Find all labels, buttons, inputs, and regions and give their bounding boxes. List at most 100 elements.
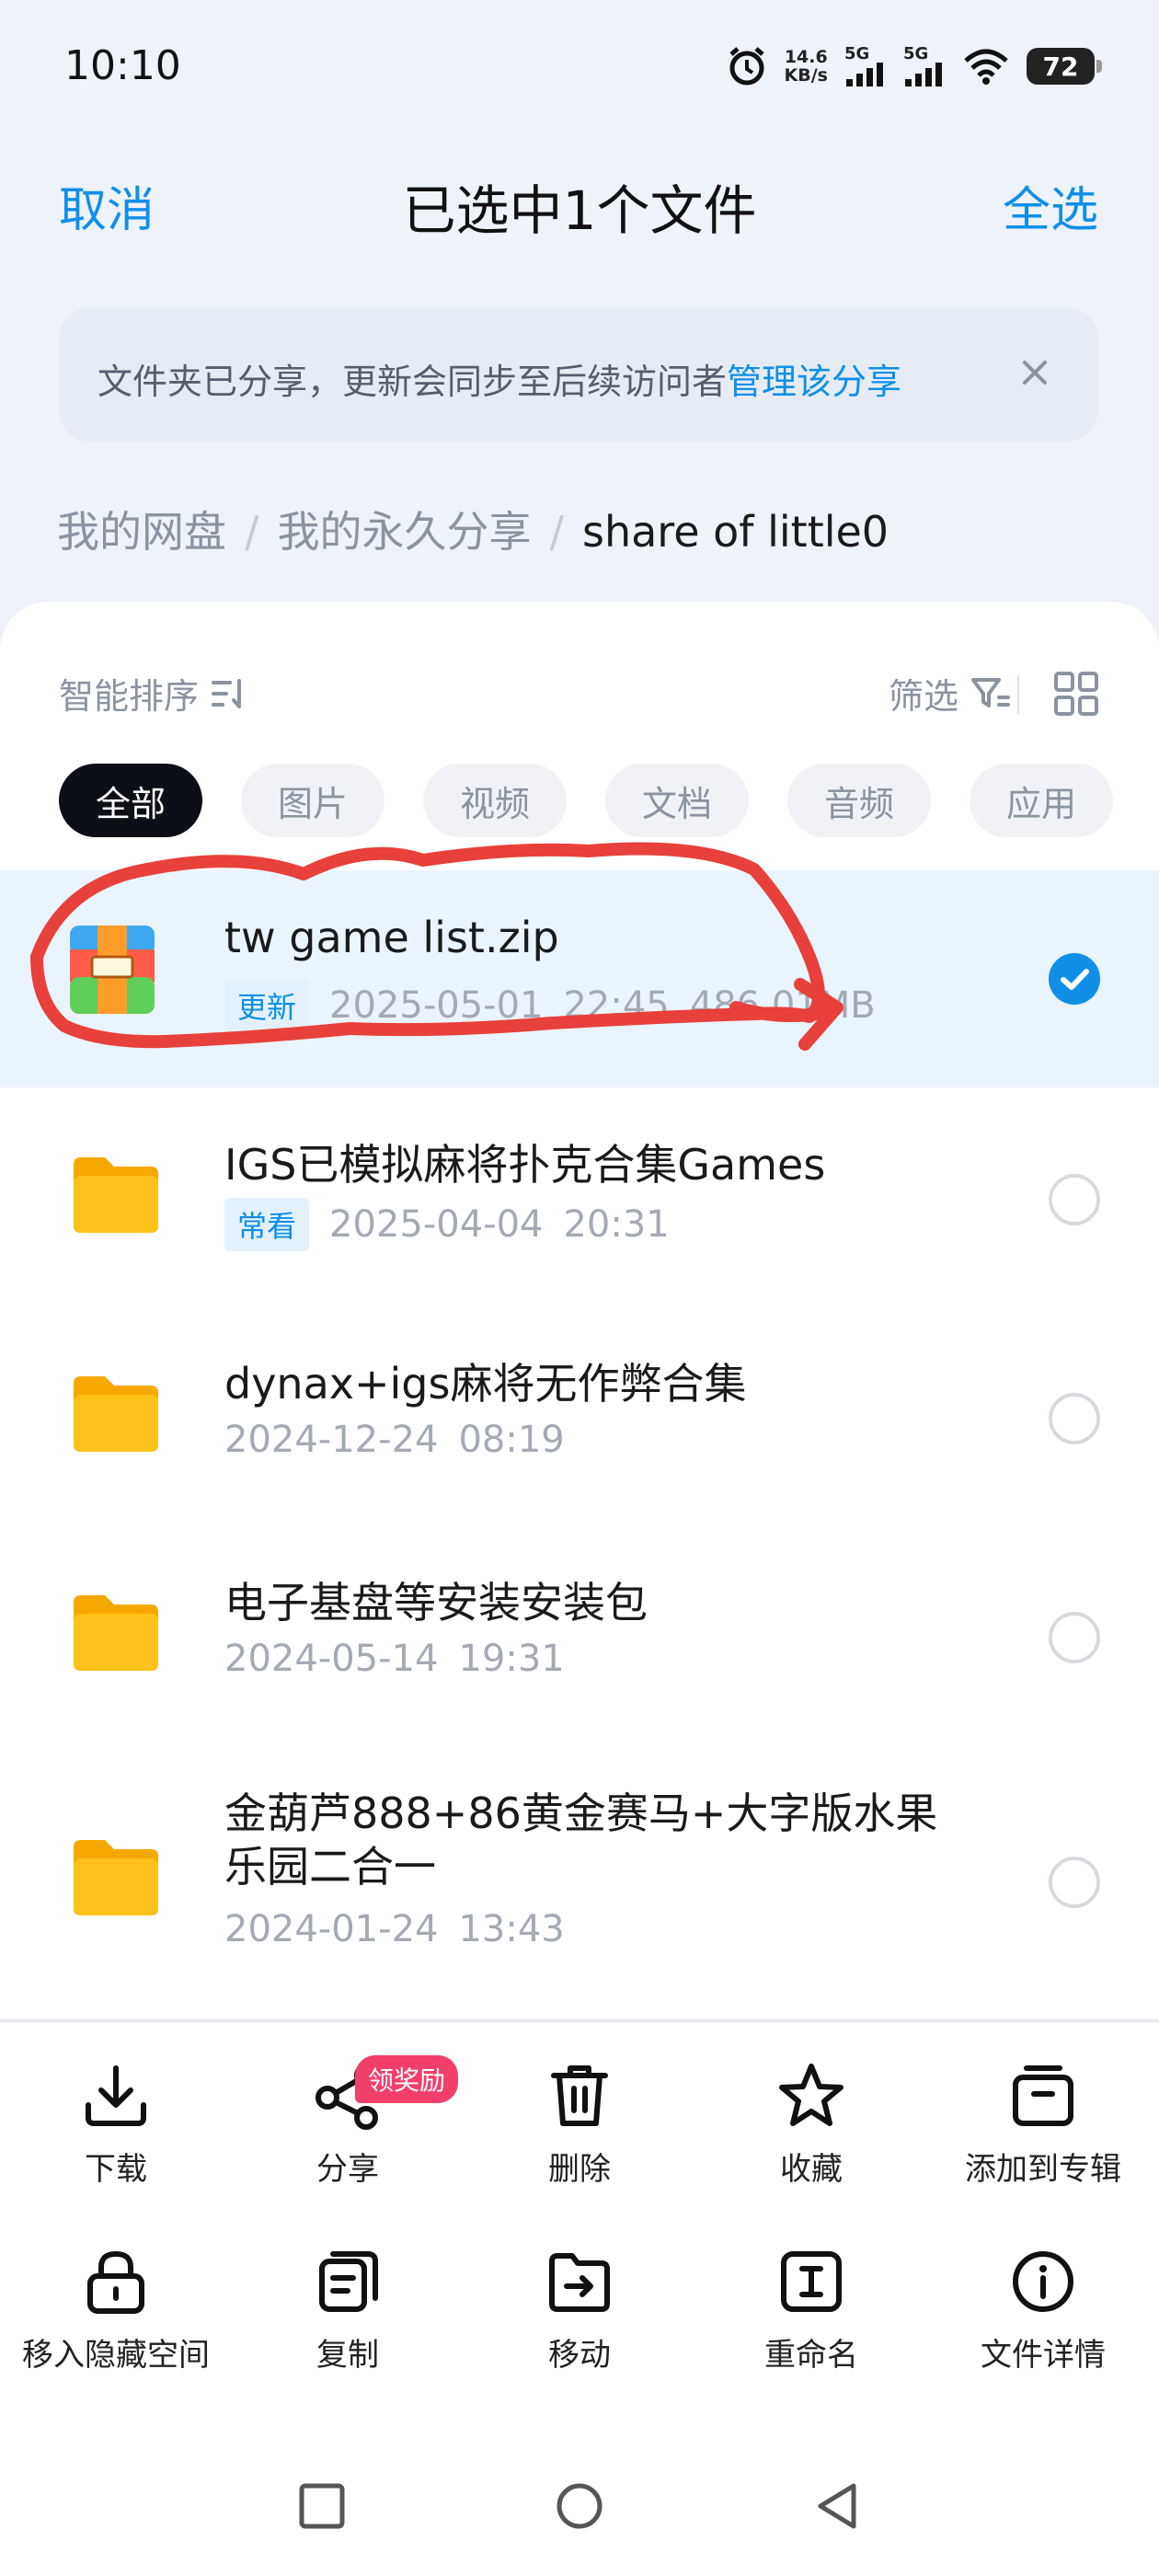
action-bar: 下载 分享 领奖励 删除 收藏 添加到专辑 移入隐藏空间 复制 移动 重命名 文… — [0, 2020, 1159, 2427]
breadcrumb-item-permanent-share[interactable]: 我的永久分享 — [278, 507, 532, 557]
star-icon — [779, 2064, 843, 2126]
file-time: 19:31 — [458, 1638, 565, 1680]
select-all-button[interactable]: 全选 — [1003, 171, 1098, 240]
sort-icon — [212, 678, 242, 708]
checkmark-icon — [1061, 969, 1089, 990]
breadcrumb-separator: / — [245, 507, 259, 557]
filter-button[interactable]: 筛选 — [889, 668, 1012, 719]
sort-button[interactable]: 智能排序 — [59, 668, 250, 719]
toolbar-divider — [1017, 675, 1019, 714]
zip-archive-icon — [70, 926, 155, 1014]
file-name: dynax+igs麻将无作弊合集 — [224, 1359, 747, 1409]
file-name: IGS已模拟麻将扑克合集Games — [224, 1140, 826, 1190]
file-meta: 更新 2025-05-01 22:45 486.01MB — [224, 979, 876, 1032]
grid-view-icon[interactable] — [1052, 670, 1100, 718]
favorite-button[interactable]: 收藏 — [695, 2061, 927, 2189]
album-icon — [1013, 2065, 1073, 2126]
share-notice-text: 文件夹已分享，更新会同步至后续访问者管理该分享 — [98, 362, 902, 402]
status-time: 10:10 — [64, 42, 181, 89]
file-name: tw game list.zip — [224, 913, 559, 962]
folder-icon — [74, 1157, 158, 1233]
signal-sim2: 5G — [903, 46, 946, 86]
update-badge: 更新 — [224, 979, 310, 1032]
manage-share-link[interactable]: 管理该分享 — [727, 362, 901, 402]
file-date: 2024-01-24 — [224, 1908, 439, 1950]
folder-icon — [74, 1840, 158, 1915]
status-icons: 14.6 KB/s 5G 5G 72 — [726, 40, 1102, 92]
select-checkbox[interactable] — [1049, 1612, 1100, 1663]
recent-apps-icon[interactable] — [298, 2482, 346, 2530]
file-meta: 2024-12-24 08:19 — [224, 1419, 565, 1461]
rename-button[interactable]: 重命名 — [695, 2247, 927, 2375]
file-row[interactable]: 电子基盘等安装安装包 2024-05-14 19:31 — [0, 1527, 1159, 1744]
file-row[interactable]: IGS已模拟麻将扑克合集Games 常看 2025-04-04 20:31 — [0, 1089, 1159, 1306]
rename-icon — [781, 2251, 842, 2312]
signal-icon — [905, 63, 942, 86]
battery-indicator: 72 — [1027, 48, 1102, 85]
reward-badge: 领奖励 — [355, 2055, 459, 2103]
download-icon — [86, 2065, 146, 2126]
chip-documents[interactable]: 文档 — [605, 764, 749, 837]
move-button[interactable]: 移动 — [464, 2247, 695, 2375]
copy-icon — [319, 2251, 378, 2312]
file-time: 20:31 — [563, 1203, 670, 1246]
move-folder-icon — [549, 2253, 610, 2312]
wifi-icon — [964, 49, 1008, 85]
signal-sim1: 5G — [844, 46, 887, 86]
frequent-badge: 常看 — [224, 1198, 310, 1251]
move-to-hidden-space-button[interactable]: 移入隐藏空间 — [0, 2247, 232, 2375]
cancel-button[interactable]: 取消 — [59, 171, 155, 240]
filter-icon — [971, 677, 1010, 707]
file-date: 2024-05-14 — [224, 1638, 439, 1680]
close-icon[interactable] — [1012, 350, 1058, 396]
file-size: 486.01MB — [689, 984, 876, 1027]
share-notice-banner: 文件夹已分享，更新会同步至后续访问者管理该分享 — [59, 307, 1098, 442]
chip-all[interactable]: 全部 — [59, 764, 202, 837]
trash-icon — [551, 2065, 608, 2126]
chip-audio[interactable]: 音频 — [787, 764, 931, 837]
breadcrumb-item-my-drive[interactable]: 我的网盘 — [57, 507, 226, 557]
chip-images[interactable]: 图片 — [241, 764, 384, 837]
file-meta: 2024-05-14 19:31 — [224, 1638, 565, 1680]
select-checkbox[interactable] — [1049, 1857, 1100, 1908]
file-date: 2024-12-24 — [224, 1419, 439, 1461]
folder-icon — [74, 1376, 158, 1452]
file-row[interactable]: tw game list.zip 更新 2025-05-01 22:45 486… — [0, 870, 1159, 1087]
file-meta: 2024-01-24 13:43 — [224, 1908, 565, 1950]
breadcrumb-separator: / — [549, 507, 565, 557]
file-name: 金葫芦888+86黄金赛马+大字版水果 乐园二合一 — [224, 1788, 938, 1892]
add-to-album-button[interactable]: 添加到专辑 — [927, 2061, 1159, 2189]
back-icon[interactable] — [813, 2482, 861, 2530]
file-name: 电子基盘等安装安装包 — [224, 1578, 648, 1627]
file-list-panel: 智能排序 筛选 全部 图片 视频 文档 音频 应用 tw game list.z… — [0, 602, 1159, 2018]
category-chips: 全部 图片 视频 文档 音频 应用 — [59, 764, 1113, 837]
file-time: 13:43 — [458, 1908, 565, 1950]
delete-button[interactable]: 删除 — [464, 2061, 695, 2189]
home-icon[interactable] — [554, 2482, 605, 2534]
signal-icon — [846, 63, 883, 86]
info-icon — [1013, 2251, 1073, 2312]
copy-button[interactable]: 复制 — [232, 2247, 464, 2375]
download-button[interactable]: 下载 — [0, 2061, 232, 2189]
file-row[interactable]: 金葫芦888+86黄金赛马+大字版水果 乐园二合一 2024-01-24 13:… — [0, 1746, 1159, 2018]
page-title: 已选中1个文件 — [402, 179, 757, 242]
file-time: 08:19 — [458, 1419, 565, 1461]
folder-icon — [74, 1595, 158, 1671]
net-speed: 14.6 KB/s — [784, 47, 828, 86]
file-details-button[interactable]: 文件详情 — [927, 2247, 1159, 2375]
chip-apps[interactable]: 应用 — [970, 764, 1113, 837]
alarm-icon — [729, 47, 764, 86]
breadcrumb: 我的网盘 / 我的永久分享 / share of little0 — [57, 499, 889, 559]
breadcrumb-item-current: share of little0 — [582, 507, 889, 557]
select-checkbox[interactable] — [1049, 1393, 1100, 1444]
file-date: 2025-05-01 — [329, 984, 544, 1027]
file-row[interactable]: dynax+igs麻将无作弊合集 2024-12-24 08:19 — [0, 1308, 1159, 1525]
lock-icon — [87, 2250, 144, 2314]
file-time: 22:45 — [563, 984, 670, 1027]
file-date: 2025-04-04 — [329, 1203, 544, 1246]
file-meta: 常看 2025-04-04 20:31 — [224, 1198, 670, 1251]
select-checkbox[interactable] — [1049, 953, 1100, 1005]
chip-videos[interactable]: 视频 — [423, 764, 567, 837]
select-checkbox[interactable] — [1049, 1174, 1100, 1225]
system-navigation-bar — [0, 2425, 1159, 2576]
